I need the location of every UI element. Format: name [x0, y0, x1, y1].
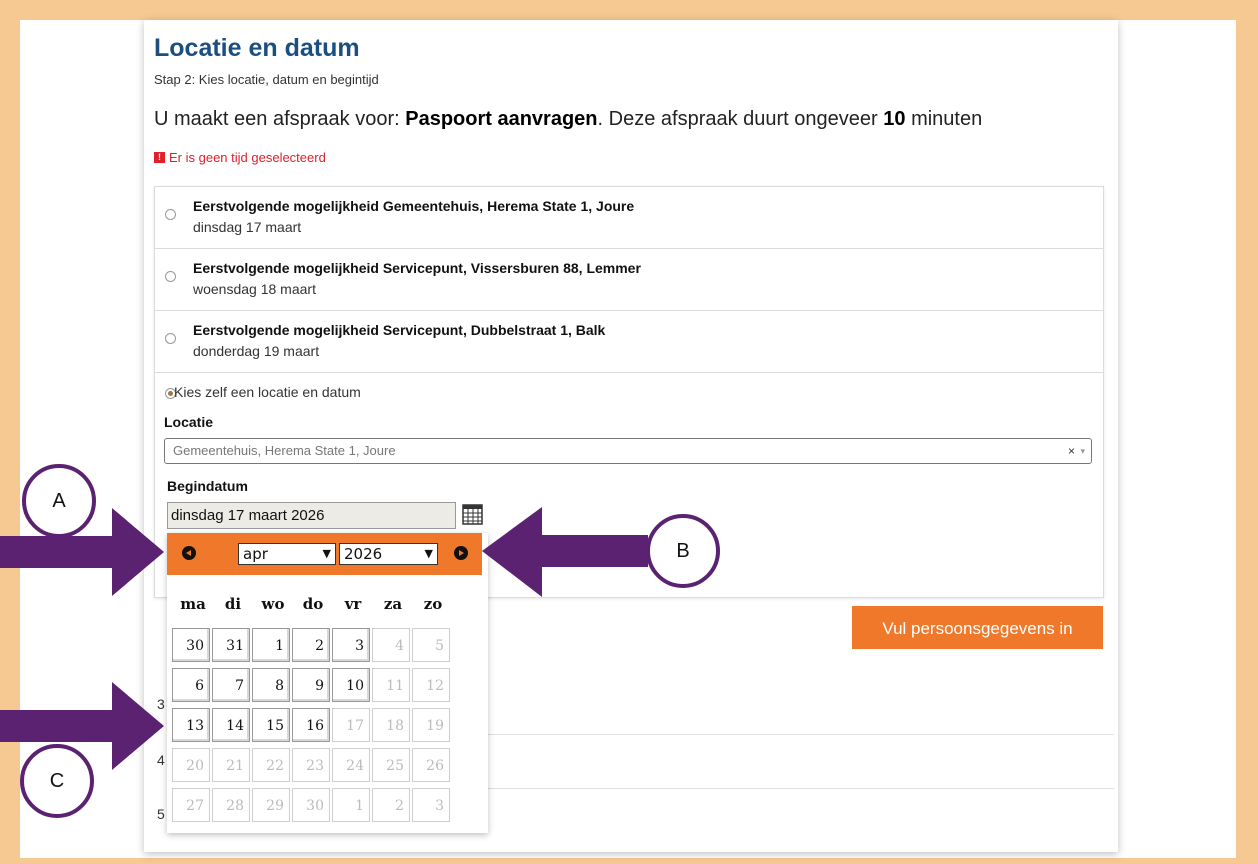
calendar-icon[interactable]: [462, 503, 483, 525]
row-number: 5: [157, 806, 165, 822]
weekday-label: di: [224, 595, 242, 613]
calendar-day-available[interactable]: 10: [332, 668, 370, 702]
calendar-day-disabled: 21: [212, 748, 250, 782]
weekday-label: vr: [344, 595, 362, 613]
calendar-day-disabled: 11: [372, 668, 410, 702]
duration-value: 10: [883, 108, 906, 130]
option-title: Eerstvolgende mogelijkheid Servicepunt, …: [193, 322, 606, 338]
radio-button[interactable]: [165, 271, 176, 282]
weekday-label: do: [302, 595, 324, 613]
calendar-day-disabled: 24: [332, 748, 370, 782]
calendar-day-disabled: 22: [252, 748, 290, 782]
option-balk[interactable]: Eerstvolgende mogelijkheid Servicepunt, …: [155, 311, 1103, 373]
location-value: Gemeentehuis, Herema State 1, Joure: [173, 443, 396, 458]
radio-button[interactable]: [165, 333, 176, 344]
year-select[interactable]: 2026 ▼: [339, 543, 438, 565]
error-text: Er is geen tijd geselecteerd: [169, 150, 326, 165]
calendar-day-disabled: 25: [372, 748, 410, 782]
option-title: Eerstvolgende mogelijkheid Servicepunt, …: [193, 260, 641, 276]
calendar-day-disabled: 30: [292, 788, 330, 822]
own-choice-label[interactable]: Kies zelf een locatie en datum: [174, 384, 361, 400]
calendar-day-disabled: 3: [412, 788, 450, 822]
service-name: Paspoort aanvragen: [405, 108, 598, 130]
appointment-intro: U maakt een afspraak voor: Paspoort aanv…: [154, 108, 983, 130]
calendar-day-disabled: 23: [292, 748, 330, 782]
prev-month-icon[interactable]: [182, 546, 196, 560]
calendar-day-available[interactable]: 14: [212, 708, 250, 742]
calendar-day-available[interactable]: 3: [332, 628, 370, 662]
option-joure[interactable]: Eerstvolgende mogelijkheid Gemeentehuis,…: [155, 187, 1103, 249]
calendar-day-disabled: 27: [172, 788, 210, 822]
option-date: woensdag 18 maart: [193, 281, 316, 297]
annotation-a: A: [22, 464, 96, 538]
error-icon: !: [154, 152, 165, 163]
calendar-day-available[interactable]: 13: [172, 708, 210, 742]
option-date: dinsdag 17 maart: [193, 219, 302, 235]
calendar-day-available[interactable]: 16: [292, 708, 330, 742]
location-label: Locatie: [164, 414, 214, 430]
calendar-day-disabled: 19: [412, 708, 450, 742]
calendar-day-disabled: 5: [412, 628, 450, 662]
page-title: Locatie en datum: [154, 34, 360, 62]
step-indicator: Stap 2: Kies locatie, datum en begintijd: [154, 72, 379, 87]
calendar-day-available[interactable]: 2: [292, 628, 330, 662]
weekday-label: ma: [180, 595, 206, 613]
weekday-label: wo: [261, 595, 285, 613]
weekday-label: zo: [423, 595, 443, 613]
start-date-label: Begindatum: [167, 478, 248, 494]
option-lemmer[interactable]: Eerstvolgende mogelijkheid Servicepunt, …: [155, 249, 1103, 311]
calendar-day-disabled: 20: [172, 748, 210, 782]
annotation-b: B: [646, 514, 720, 588]
datepicker-header: apr ▼ 2026 ▼: [167, 533, 482, 575]
calendar-day-available[interactable]: 7: [212, 668, 250, 702]
calendar-day-available[interactable]: 9: [292, 668, 330, 702]
calendar-day-disabled: 17: [332, 708, 370, 742]
calendar-day-available[interactable]: 1: [252, 628, 290, 662]
month-select[interactable]: apr ▼: [238, 543, 336, 565]
calendar-day-available[interactable]: 6: [172, 668, 210, 702]
option-title: Eerstvolgende mogelijkheid Gemeentehuis,…: [193, 198, 635, 214]
error-message: ! Er is geen tijd geselecteerd: [154, 150, 326, 165]
location-select[interactable]: Gemeentehuis, Herema State 1, Joure × ▾: [164, 438, 1092, 464]
calendar-day-disabled: 4: [372, 628, 410, 662]
annotation-c: C: [20, 744, 94, 818]
next-month-icon[interactable]: [454, 546, 468, 560]
calendar-day-disabled: 18: [372, 708, 410, 742]
calendar-day-disabled: 26: [412, 748, 450, 782]
calendar-day-disabled: 1: [332, 788, 370, 822]
option-date: donderdag 19 maart: [193, 343, 320, 359]
divider: [488, 734, 1114, 735]
calendar-day-available[interactable]: 31: [212, 628, 250, 662]
calendar-day-available[interactable]: 30: [172, 628, 210, 662]
datepicker: apr ▼ 2026 ▼ ma di wo do vr za zo 30 31 1 2 3 4 5 6 7 8 9 1…: [167, 533, 488, 833]
calendar-day-disabled: 28: [212, 788, 250, 822]
calendar-day-disabled: 12: [412, 668, 450, 702]
calendar-day-disabled: 29: [252, 788, 290, 822]
divider: [488, 788, 1114, 789]
clear-icon[interactable]: ×: [1068, 439, 1075, 463]
calendar-day-available[interactable]: 15: [252, 708, 290, 742]
chevron-down-icon[interactable]: ▾: [1080, 439, 1085, 463]
arrow-b-icon: [482, 507, 648, 597]
start-date-input[interactable]: dinsdag 17 maart 2026: [167, 502, 456, 529]
weekday-label: za: [383, 595, 403, 613]
radio-button[interactable]: [165, 209, 176, 220]
calendar-day-available[interactable]: 8: [252, 668, 290, 702]
fill-personal-details-button[interactable]: Vul persoonsgegevens in: [852, 606, 1103, 649]
calendar-day-disabled: 2: [372, 788, 410, 822]
